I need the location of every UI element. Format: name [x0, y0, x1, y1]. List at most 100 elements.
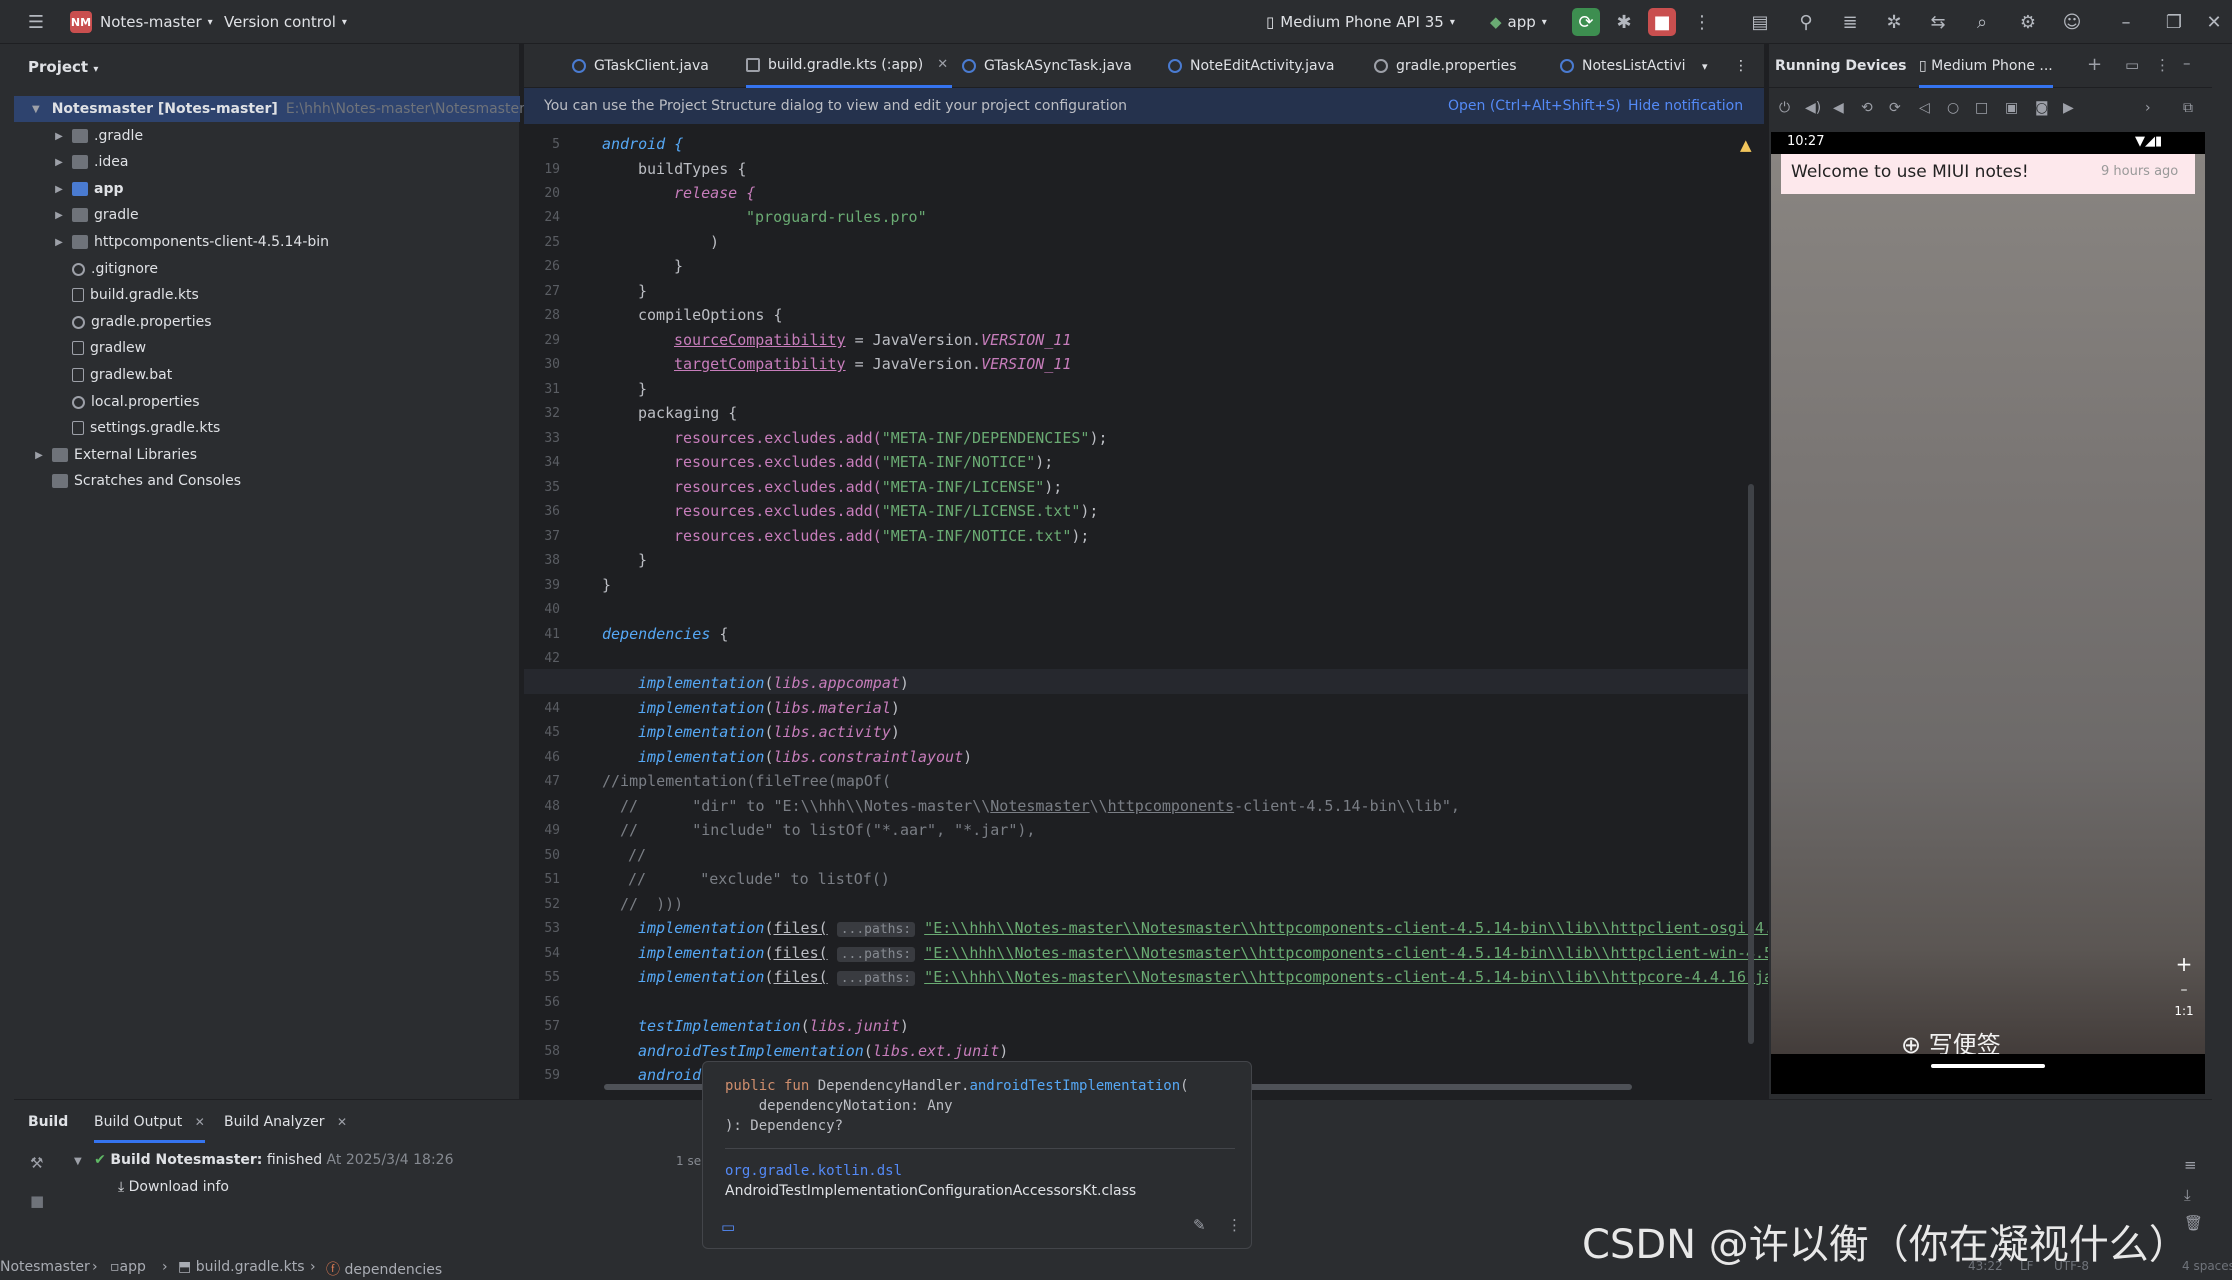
chevron-down-icon[interactable]: ▼	[74, 1156, 82, 1167]
soft-wrap-icon[interactable]: ≡	[2184, 1156, 2197, 1174]
zoom-reset-button[interactable]: 1:1	[2169, 1004, 2199, 1018]
add-icon[interactable]: +	[2087, 54, 2102, 75]
restore-icon[interactable]: ❐	[2160, 8, 2188, 36]
debug-icon[interactable]: ✱	[1610, 8, 1638, 36]
tree-item[interactable]: .gitignore	[14, 256, 520, 282]
tree-item[interactable]: ▶ .gradle	[14, 123, 520, 149]
minimize-icon[interactable]: –	[2112, 8, 2140, 36]
tree-item[interactable]: gradle.properties	[14, 309, 520, 335]
rotate-right-icon[interactable]: ⟳	[1889, 100, 1901, 116]
tab-gtaskasynctask[interactable]: GTaskASyncTask.java	[962, 44, 1132, 88]
more-icon[interactable]: ⋮	[1227, 1216, 1242, 1234]
hide-notification-link[interactable]: Hide notification	[1628, 98, 1743, 114]
close-icon[interactable]: ✕	[337, 1115, 347, 1129]
tab-gradle-properties[interactable]: gradle.properties	[1374, 44, 1517, 88]
breadcrumb-item[interactable]: ⓕ dependencies	[326, 1259, 442, 1279]
settings-icon[interactable]: ⚙	[2014, 8, 2042, 36]
phone-notification[interactable]: Welcome to use MIUI notes! 9 hours ago	[1781, 154, 2195, 194]
breadcrumb-item[interactable]: Notesmaster	[0, 1259, 90, 1275]
zoom-out-icon[interactable]: –	[2169, 982, 2199, 998]
tab-build-gradle[interactable]: build.gradle.kts (:app) ✕	[746, 44, 953, 88]
tab-list-chevron-icon[interactable]: ▾	[1702, 44, 1708, 88]
device-tab[interactable]: ▯ Medium Phone ...	[1919, 44, 2053, 88]
tree-item[interactable]: Scratches and Consoles	[14, 468, 520, 494]
fold-icon[interactable]: ▣	[2005, 100, 2018, 116]
project-panel-title[interactable]: Project ▾	[28, 58, 98, 76]
more-icon[interactable]: ⋮	[2155, 56, 2170, 74]
download-info-row[interactable]: ⤓ Download info	[118, 1179, 229, 1195]
tree-item[interactable]: ▶ External Libraries	[14, 442, 520, 468]
indent[interactable]: 4 spaces	[2182, 1259, 2232, 1273]
tree-item[interactable]: ▶ gradle	[14, 202, 520, 228]
tab-build-output[interactable]: Build Output ✕	[94, 1114, 205, 1143]
tree-root[interactable]: ▼ Notesmaster [Notes-master] E:\hhh\Note…	[14, 96, 525, 122]
tree-item[interactable]: gradlew	[14, 335, 520, 361]
doc-package-link[interactable]: org.gradle.kotlin.dsl	[725, 1163, 902, 1179]
device-selector[interactable]: ▯ Medium Phone API 35 ▾	[1266, 0, 1455, 44]
translate-icon[interactable]: ⚲	[1792, 8, 1820, 36]
tree-item[interactable]: ▶ app	[14, 176, 520, 202]
device-manager-icon[interactable]: ▤	[1746, 8, 1774, 36]
logcat-icon[interactable]: ≣	[1836, 8, 1864, 36]
tree-item[interactable]: ▶ .idea	[14, 149, 520, 175]
tree-item[interactable]: ▶ httpcomponents-client-4.5.14-bin	[14, 229, 520, 255]
sync-icon[interactable]: ⇆	[1924, 8, 1952, 36]
scroll-end-icon[interactable]: ⤓	[2184, 1186, 2191, 1204]
home-icon[interactable]: ○	[1947, 100, 1959, 116]
breadcrumb-item[interactable]: ⬒ build.gradle.kts	[178, 1259, 305, 1275]
zoom-in-icon[interactable]: +	[2169, 952, 2199, 976]
chevron-right-icon[interactable]: ▶	[52, 184, 66, 195]
build-result-row[interactable]: ▼ ✔ Build Notesmaster: finished At 2025/…	[74, 1152, 454, 1168]
open-project-structure-link[interactable]: Open (Ctrl+Alt+Shift+S)	[1448, 98, 1621, 114]
tab-build-analyzer[interactable]: Build Analyzer ✕	[224, 1114, 347, 1130]
plugin-icon[interactable]: ✲	[1880, 8, 1908, 36]
chevron-down-icon[interactable]: ▼	[32, 104, 40, 115]
rerun-icon[interactable]: ⟳	[1572, 8, 1600, 36]
chevron-right-icon[interactable]: ›	[2145, 100, 2151, 116]
tab-noteslistactivity[interactable]: NotesListActivi	[1560, 44, 1686, 88]
edit-icon[interactable]: ✎	[1193, 1216, 1206, 1234]
run-config-selector[interactable]: ◆ app ▾	[1490, 0, 1547, 44]
minimize-icon[interactable]: –	[2183, 54, 2191, 72]
chevron-right-icon[interactable]: ▶	[52, 131, 66, 142]
home-indicator[interactable]	[1931, 1064, 2045, 1068]
quick-documentation-popup[interactable]: public fun DependencyHandler.androidTest…	[702, 1061, 1252, 1249]
rotate-left-icon[interactable]: ⟲	[1861, 100, 1873, 116]
stop-icon[interactable]: ■	[1648, 8, 1676, 36]
project-switcher[interactable]: NM Notes-master ▾	[70, 0, 213, 44]
more-icon[interactable]: ⋮	[1688, 8, 1716, 36]
tab-gtaskclient[interactable]: GTaskClient.java	[572, 44, 709, 88]
tree-item[interactable]: settings.gradle.kts	[14, 415, 520, 441]
account-icon[interactable]: ☺	[2058, 8, 2086, 36]
tab-noteeditactivity[interactable]: NoteEditActivity.java	[1168, 44, 1334, 88]
warning-icon[interactable]: ▲	[1740, 136, 1752, 154]
tree-item[interactable]: local.properties	[14, 389, 520, 415]
build-panel-title[interactable]: Build	[28, 1114, 68, 1130]
tree-item[interactable]: build.gradle.kts	[14, 282, 520, 308]
close-icon[interactable]: ✕	[195, 1115, 205, 1129]
chevron-right-icon[interactable]: ▶	[52, 237, 66, 248]
breadcrumb-item[interactable]: ▫app	[110, 1259, 146, 1275]
close-icon[interactable]: ✕	[2200, 8, 2228, 36]
tree-item[interactable]: gradlew.bat	[14, 362, 520, 388]
chevron-right-icon[interactable]: ▶	[52, 157, 66, 168]
power-icon[interactable]: ⏻	[1779, 100, 1790, 116]
mirror-icon[interactable]: ⧉	[2183, 100, 2193, 116]
build-sidebar-icon[interactable]: ⚒	[30, 1154, 43, 1172]
vertical-scrollbar[interactable]	[1748, 484, 1754, 1044]
chevron-right-icon[interactable]: ▶	[32, 450, 46, 461]
layout-icon[interactable]: ▭	[2125, 56, 2139, 74]
folder-icon[interactable]: ▭	[721, 1218, 735, 1236]
tab-more-icon[interactable]: ⋮	[1734, 44, 1748, 88]
close-icon[interactable]: ✕	[937, 57, 948, 72]
search-icon[interactable]: ⌕	[1968, 8, 1996, 36]
overview-icon[interactable]: □	[1975, 100, 1988, 116]
main-menu-icon[interactable]: ☰	[22, 8, 50, 36]
volume-down-icon[interactable]: ◀	[1833, 100, 1844, 116]
vcs-menu[interactable]: Version control ▾	[224, 0, 347, 44]
back-icon[interactable]: ◁	[1919, 100, 1930, 116]
stop-build-icon[interactable]: ■	[30, 1192, 44, 1210]
volume-up-icon[interactable]: ◀)	[1805, 100, 1821, 116]
device-screen[interactable]: 10:27 ▼◢▮ Welcome to use MIUI notes! 9 h…	[1771, 132, 2205, 1094]
record-icon[interactable]: ▶	[2063, 100, 2074, 116]
